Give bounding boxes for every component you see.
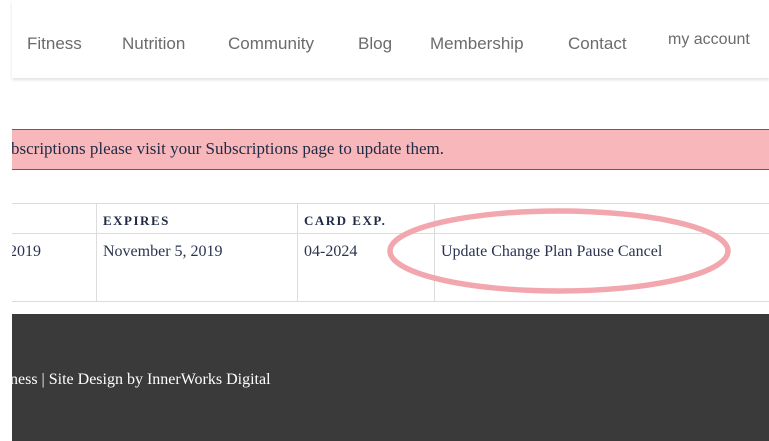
- subscription-actions: Update Change Plan Pause Cancel: [441, 243, 662, 261]
- column-divider: [297, 203, 298, 302]
- nav-item-fitness[interactable]: Fitness: [27, 34, 82, 54]
- nav-item-blog[interactable]: Blog: [358, 34, 392, 54]
- cell-card-exp: 04-2024: [304, 243, 358, 260]
- notice-message: bscriptions please visit your Subscripti…: [12, 139, 444, 158]
- nav-item-community[interactable]: Community: [228, 34, 314, 54]
- subscriptions-notice-banner: bscriptions please visit your Subscripti…: [12, 129, 769, 170]
- cell-expires: November 5, 2019: [103, 243, 223, 260]
- cancel-link[interactable]: Cancel: [618, 243, 662, 260]
- pause-link[interactable]: Pause: [577, 243, 614, 260]
- column-header-card-exp: CARD EXP.: [304, 213, 387, 228]
- update-link[interactable]: Update: [441, 243, 487, 260]
- cell-start-date: 2019: [12, 243, 41, 260]
- nav-item-contact[interactable]: Contact: [568, 34, 627, 54]
- column-divider: [96, 203, 97, 302]
- top-navigation: Fitness Nutrition Community Blog Members…: [12, 0, 769, 78]
- change-plan-link[interactable]: Change Plan: [491, 243, 572, 260]
- subscriptions-table: EXPIRES CARD EXP. 2019 November 5, 2019 …: [12, 203, 769, 302]
- site-footer: ness | Site Design by InnerWorks Digital: [12, 314, 769, 441]
- column-divider: [434, 203, 435, 302]
- my-account-link[interactable]: my account: [668, 31, 750, 49]
- nav-item-membership[interactable]: Membership: [430, 34, 524, 54]
- table-border-bottom: [12, 301, 769, 302]
- table-header-divider: [12, 233, 769, 234]
- nav-item-nutrition[interactable]: Nutrition: [122, 34, 185, 54]
- column-header-expires: EXPIRES: [103, 213, 170, 228]
- footer-credits: ness | Site Design by InnerWorks Digital: [12, 371, 271, 388]
- table-border-top: [12, 203, 769, 204]
